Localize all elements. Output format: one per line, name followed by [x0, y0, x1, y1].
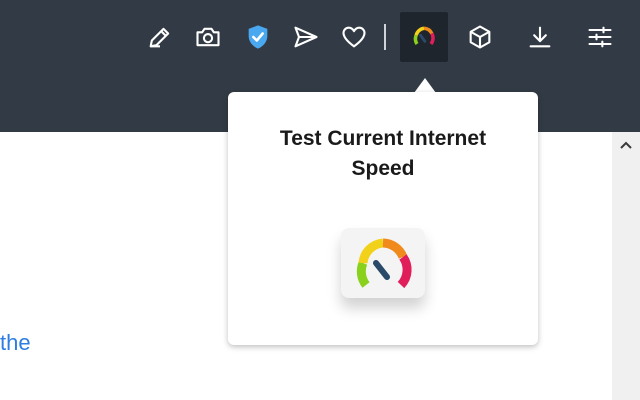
camera-icon: [196, 27, 220, 47]
popup-title: Test Current Internet Speed: [279, 127, 487, 180]
downloads-button[interactable]: [518, 14, 562, 60]
screenshot-button[interactable]: [186, 14, 230, 60]
popup-arrow: [414, 78, 436, 93]
speed-test-button[interactable]: [400, 12, 448, 62]
send-button[interactable]: [284, 14, 328, 60]
shield-button[interactable]: [236, 14, 280, 60]
cube-icon: [469, 25, 491, 49]
page-link[interactable]: the: [0, 330, 31, 356]
settings-button[interactable]: [578, 14, 622, 60]
send-icon: [294, 26, 318, 48]
shield-check-icon: [248, 25, 268, 49]
scrollbar[interactable]: [612, 132, 640, 400]
toolbar-separator: [384, 24, 386, 50]
chevron-up-icon[interactable]: [616, 136, 636, 156]
extensions-button[interactable]: [458, 14, 502, 60]
pen-icon: [149, 27, 170, 48]
speedometer-icon: [413, 26, 435, 46]
speedometer-icon: [356, 238, 412, 289]
favorites-button[interactable]: [332, 14, 376, 60]
speed-test-popup: Test Current Internet Speed: [228, 92, 538, 345]
sliders-icon: [588, 26, 612, 48]
heart-icon: [342, 26, 366, 48]
speed-test-launch-button[interactable]: [341, 228, 425, 298]
edit-button[interactable]: [138, 14, 182, 60]
download-icon: [529, 26, 551, 48]
